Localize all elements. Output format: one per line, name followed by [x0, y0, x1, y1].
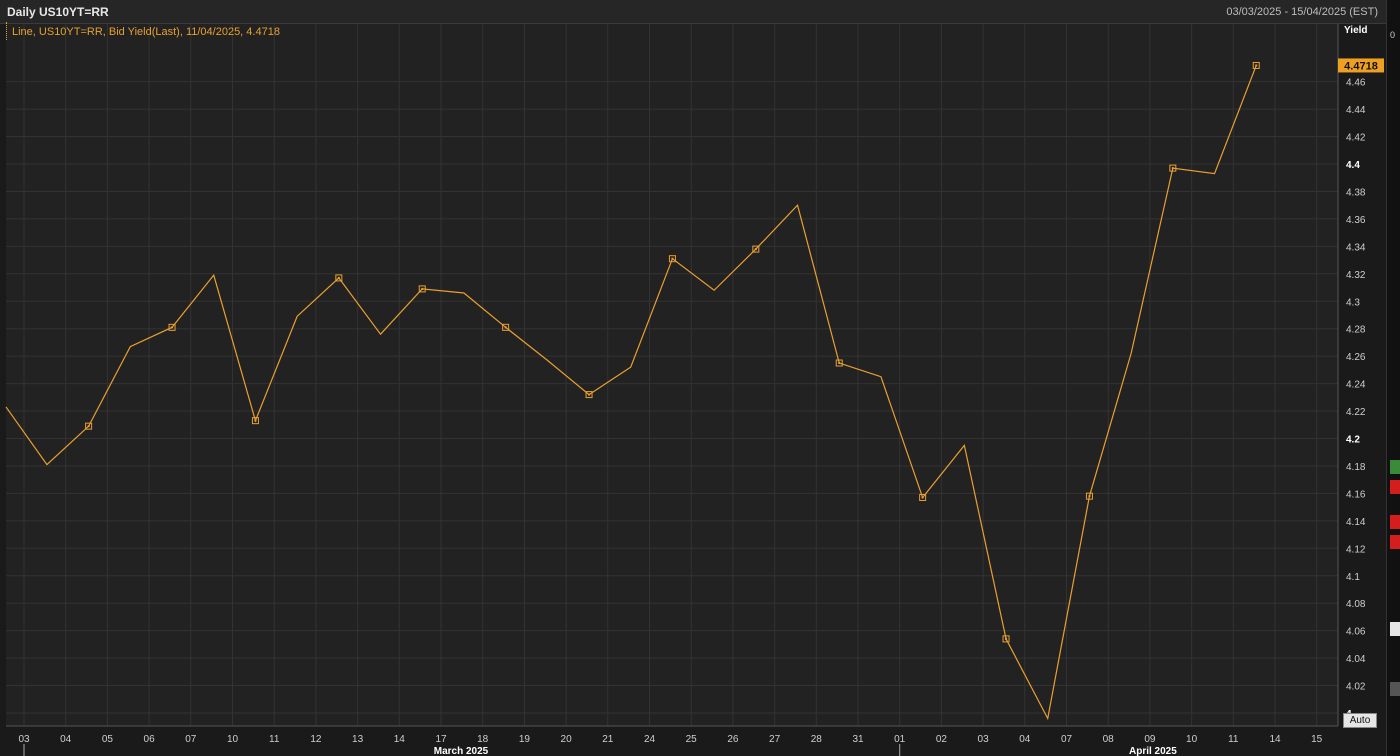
x-tick-label: 18: [477, 734, 489, 745]
y-tick-label: 4.26: [1346, 352, 1366, 363]
last-value-label: 4.4718: [1344, 60, 1378, 72]
x-tick-label: 03: [978, 734, 990, 745]
y-tick-label: 4.44: [1346, 105, 1366, 116]
x-tick-label: 15: [1311, 734, 1323, 745]
data-point-marker-dot: [87, 425, 90, 428]
y-tick-label: 4.12: [1346, 544, 1366, 555]
side-panel-green-bar: [1390, 460, 1400, 474]
y-tick-label: 4.36: [1346, 215, 1366, 226]
y-tick-label: 4.14: [1346, 517, 1366, 528]
y-tick-label: 4.34: [1346, 242, 1366, 253]
data-point-marker-dot: [171, 326, 174, 329]
side-panel-fragment: 0: [1390, 30, 1396, 40]
y-tick-label: 4.46: [1346, 78, 1366, 89]
data-point-marker-dot: [1005, 637, 1008, 640]
x-tick-label: 31: [852, 734, 864, 745]
data-point-marker-dot: [754, 248, 757, 251]
y-tick-label: 4.3: [1346, 297, 1360, 308]
side-panel-white-bar: [1390, 622, 1400, 636]
x-tick-label: 25: [686, 734, 698, 745]
x-tick-label: 04: [1019, 734, 1031, 745]
x-tick-label: 24: [644, 734, 656, 745]
y-tick-label: 4.04: [1346, 654, 1366, 665]
x-tick-label: 08: [1103, 734, 1115, 745]
side-panel-edge: 0: [1386, 0, 1400, 756]
y-tick-label: 4.28: [1346, 325, 1366, 336]
x-tick-label: 05: [102, 734, 114, 745]
x-tick-label: 12: [310, 734, 322, 745]
x-tick-label: 03: [18, 734, 30, 745]
x-tick-label: 07: [185, 734, 197, 745]
y-tick-label: 4.08: [1346, 599, 1366, 610]
data-point-marker-dot: [504, 326, 507, 329]
x-month-label: April 2025: [1129, 746, 1177, 756]
x-tick-label: 13: [352, 734, 364, 745]
x-tick-label: 20: [561, 734, 573, 745]
data-point-marker-dot: [421, 287, 424, 290]
data-point-marker-dot: [337, 276, 340, 279]
y-tick-label: 4.1: [1346, 572, 1360, 583]
y-tick-label: 4.4: [1346, 160, 1360, 171]
side-panel-gray-bar: [1390, 682, 1400, 696]
y-tick-label: 4.06: [1346, 627, 1366, 638]
data-point-marker-dot: [838, 362, 841, 365]
data-point-marker-dot: [921, 496, 924, 499]
x-tick-label: 28: [811, 734, 823, 745]
yield-line-chart[interactable]: 44.024.044.064.084.14.124.144.164.184.24…: [0, 0, 1386, 756]
x-tick-label: 19: [519, 734, 531, 745]
side-panel-red-bar: [1390, 480, 1400, 494]
y-axis-title: Yield: [1344, 25, 1368, 36]
side-panel-red-bar: [1390, 515, 1400, 529]
x-tick-label: 11: [269, 734, 280, 745]
y-tick-label: 4.38: [1346, 187, 1366, 198]
auto-scale-button[interactable]: Auto: [1343, 713, 1377, 728]
x-tick-label: 14: [394, 734, 406, 745]
y-tick-label: 4.32: [1346, 270, 1366, 281]
x-tick-label: 26: [727, 734, 739, 745]
x-month-label: March 2025: [434, 746, 489, 756]
data-point-marker-dot: [1171, 167, 1174, 170]
y-tick-label: 4.22: [1346, 407, 1366, 418]
chart-legend[interactable]: Line, US10YT=RR, Bid Yield(Last), 11/04/…: [12, 26, 280, 38]
data-point-marker-dot: [254, 419, 257, 422]
data-point-marker-dot: [671, 257, 674, 260]
x-tick-label: 14: [1269, 734, 1281, 745]
x-tick-label: 17: [435, 734, 447, 745]
data-point-marker-dot: [1088, 495, 1091, 498]
y-tick-label: 4.16: [1346, 489, 1366, 500]
x-tick-label: 07: [1061, 734, 1073, 745]
x-tick-label: 01: [894, 734, 906, 745]
x-tick-label: 27: [769, 734, 781, 745]
y-tick-label: 4.18: [1346, 462, 1366, 473]
data-point-marker-dot: [588, 393, 591, 396]
plot-area: [6, 24, 1338, 726]
y-tick-label: 4.24: [1346, 380, 1366, 391]
x-tick-label: 06: [144, 734, 156, 745]
x-tick-label: 10: [227, 734, 239, 745]
data-point-marker-dot: [1255, 64, 1258, 67]
y-tick-label: 4.42: [1346, 133, 1366, 144]
x-tick-label: 04: [60, 734, 72, 745]
x-tick-label: 10: [1186, 734, 1198, 745]
x-tick-label: 09: [1144, 734, 1156, 745]
y-tick-label: 4.02: [1346, 682, 1366, 693]
x-tick-label: 11: [1228, 734, 1239, 745]
y-tick-label: 4.2: [1346, 435, 1360, 446]
x-tick-label: 21: [602, 734, 614, 745]
x-tick-label: 02: [936, 734, 948, 745]
side-panel-red-bar: [1390, 535, 1400, 549]
